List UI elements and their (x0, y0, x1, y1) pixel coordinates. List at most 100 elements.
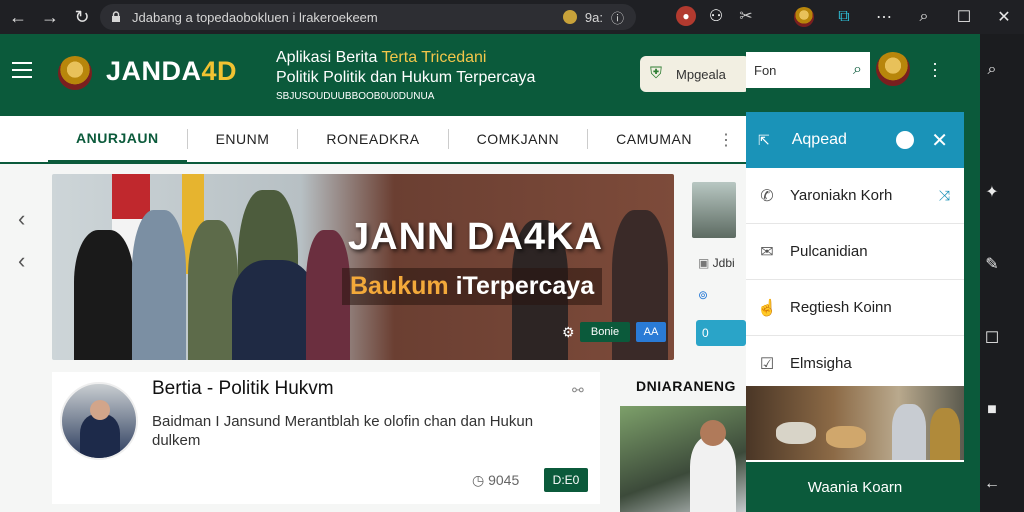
maximize-icon[interactable]: ☐ (944, 0, 984, 34)
app-tab-icon[interactable]: ⧉ (824, 0, 864, 34)
garuda-emblem-icon (58, 56, 92, 90)
reload-button[interactable]: ↻ (68, 3, 96, 31)
hero-primary-button[interactable]: Bonie (580, 322, 630, 342)
nav-item-1[interactable]: ANURJAUN (48, 115, 187, 163)
panel-item-label: Yaroniakn Korh (790, 187, 893, 204)
more-icon[interactable]: ⋯ (864, 0, 904, 34)
logo-accent: 4D (201, 56, 238, 86)
menu-icon[interactable] (12, 62, 32, 78)
settings-gear-icon[interactable]: ⚙ (562, 324, 575, 341)
nav-item-5[interactable]: CAMUMAN (588, 115, 720, 163)
panel-item-1[interactable]: ✆ Yaroniakn Korh ⤨ (746, 168, 964, 224)
tagline-accent: Terta Tricedani (381, 49, 487, 66)
address-bar-actions: 9a: ⓘ (562, 8, 624, 27)
nav-item-4[interactable]: COMKJANN (449, 115, 588, 163)
address-bar[interactable]: Jdabang a topedaobokluen i lrakeroekeem … (100, 4, 636, 30)
side-panel: Fon ⌕ · · · ⇱ Aqpead ✕ ✆ Yaroniakn Korh ⤨ … (746, 34, 964, 512)
tagline-line1: Aplikasi Berita (276, 49, 382, 66)
carousel-prev-icon[interactable]: ‹ (18, 206, 25, 232)
panel-header: ⇱ Aqpead ✕ (746, 112, 964, 168)
side-link-icon[interactable]: ⊚ (698, 288, 708, 302)
search-icon[interactable]: ⌕ (853, 61, 862, 79)
nav-item-3[interactable]: RONEADKRA (298, 115, 447, 163)
panel-search-input[interactable]: Fon ⌕ (746, 52, 870, 88)
hand-icon: ☝ (757, 299, 777, 317)
rail-block-icon[interactable]: ■ (972, 392, 1012, 428)
person-figure (188, 220, 238, 360)
announcement-heading: DNIARANENG (636, 378, 736, 394)
side-caption-text: Jdbi (712, 256, 735, 270)
forward-button[interactable]: → (36, 3, 64, 31)
carousel-prev-alt-icon[interactable]: ‹ (18, 248, 25, 274)
search-circle-icon[interactable] (896, 131, 914, 149)
article-card[interactable]: Bertia - Politik Hukvm ⚯ Baidman I Jansu… (52, 372, 600, 504)
panel-item-3[interactable]: ☝ Regtiesh Koinn (746, 280, 964, 336)
panel-top-bar: Fon ⌕ · · · (746, 34, 964, 112)
article-meta: ◷ 9045 (472, 472, 520, 488)
tagline-line2: Politik Politik dan Hukum Terpercaya (276, 69, 536, 86)
panel-item-label: Pulcanidian (790, 243, 868, 260)
news-site: JANDA4D Aplikasi Berita Terta Tricedani … (0, 34, 746, 512)
header-pill-label: Mpgeala (676, 66, 726, 82)
browser-toolbar: ← → ↻ Jdabang a topedaobokluen i lrakero… (0, 0, 1024, 34)
panel-search-text: Fon (754, 62, 777, 78)
rail-edit-icon[interactable]: ✎ (972, 246, 1012, 282)
mail-icon: ✉ (760, 243, 774, 261)
rail-back-icon[interactable]: ← (972, 466, 1012, 502)
rail-share-icon[interactable]: ✦ (972, 174, 1012, 210)
hero-title: JANN DA4KA (348, 216, 603, 258)
side-thumbnail[interactable] (692, 182, 736, 238)
panel-item-4[interactable]: ☑ Elmsigha (746, 336, 964, 392)
site-header: JANDA4D Aplikasi Berita Terta Tricedani … (0, 34, 746, 116)
announcement-image[interactable] (620, 406, 746, 512)
kebab-menu-icon[interactable]: · · · (932, 54, 938, 84)
logo-main: JANDA (106, 56, 202, 86)
site-logo[interactable]: JANDA4D (106, 56, 237, 87)
collapse-icon[interactable]: ⇱ (758, 132, 770, 149)
info-icon[interactable]: ⓘ (611, 8, 624, 27)
pin-icon[interactable]: ⌕ (904, 0, 944, 34)
panel-photo[interactable] (746, 386, 964, 460)
hero-subtitle: Baukum iTerpercaya (342, 268, 603, 305)
article-avatar (60, 382, 138, 460)
hero-banner[interactable]: JANN DA4KA Baukum iTerpercaya ⚙ Bonie AA (52, 174, 674, 360)
article-badge[interactable]: D:E0 (544, 468, 588, 492)
window-controls: ⧉ ⋯ ⌕ ☐ ✕ (784, 0, 1024, 34)
profile-icon[interactable]: ● (676, 6, 696, 26)
panel-footer-button[interactable]: Waania Koarn (746, 462, 964, 512)
permission-icon[interactable] (562, 10, 577, 24)
lock-icon (112, 11, 120, 22)
tagline-line3: SBJUSOUDUUBBOOB0U0DUNUA (276, 91, 435, 102)
back-button[interactable]: ← (4, 3, 32, 31)
extension-icons: ● ⚇ ✂ (676, 6, 756, 26)
person-figure (74, 230, 134, 360)
rail-search-icon[interactable]: ⌕ (972, 52, 1012, 88)
site-tagline: Aplikasi Berita Terta Tricedani Politik … (276, 49, 535, 102)
panel-item-2[interactable]: ✉ Pulcanidian (746, 224, 964, 280)
close-icon[interactable]: ✕ (931, 128, 948, 153)
side-action-button[interactable]: 0 (696, 320, 746, 346)
article-title[interactable]: Bertia - Politik Hukvm (152, 378, 334, 400)
header-menu-button[interactable]: ⛨ Mpgeala (640, 56, 746, 92)
main-nav: ANURJAUN ENUNM RONEADKRA COMKJANN CAMUMA… (0, 116, 746, 164)
phone-icon: ✆ (760, 187, 774, 205)
hero-sub-rest: iTerpercaya (448, 272, 595, 300)
check-box-icon: ☑ (759, 355, 775, 373)
shield-icon: ⛨ (650, 65, 663, 82)
article-description: Baidman I Jansund Merantblah ke olofin c… (152, 413, 534, 449)
close-window-icon[interactable]: ✕ (984, 0, 1024, 34)
right-rail: ⌕ ✦ ✎ ☐ ■ ← (964, 34, 1024, 512)
nav-item-2[interactable]: ENUNM (188, 115, 298, 163)
side-caption: ▣ Jdbi (698, 256, 735, 270)
extension-icon[interactable]: ⚇ (706, 6, 726, 26)
nav-more-icon[interactable]: ⋮ (718, 130, 734, 150)
rail-square-icon[interactable]: ☐ (972, 320, 1012, 356)
hero-secondary-button[interactable]: AA (636, 322, 666, 342)
shuffle-icon[interactable]: ⤨ (939, 187, 950, 204)
tools-icon[interactable]: ✂ (736, 6, 756, 26)
panel-item-label: Regtiesh Koinn (790, 299, 892, 316)
share-icon[interactable]: ⚯ (572, 382, 584, 399)
side-action-label: 0 (702, 326, 709, 340)
panel-item-label: Elmsigha (790, 355, 852, 372)
emblem-tab-icon[interactable] (784, 0, 824, 34)
